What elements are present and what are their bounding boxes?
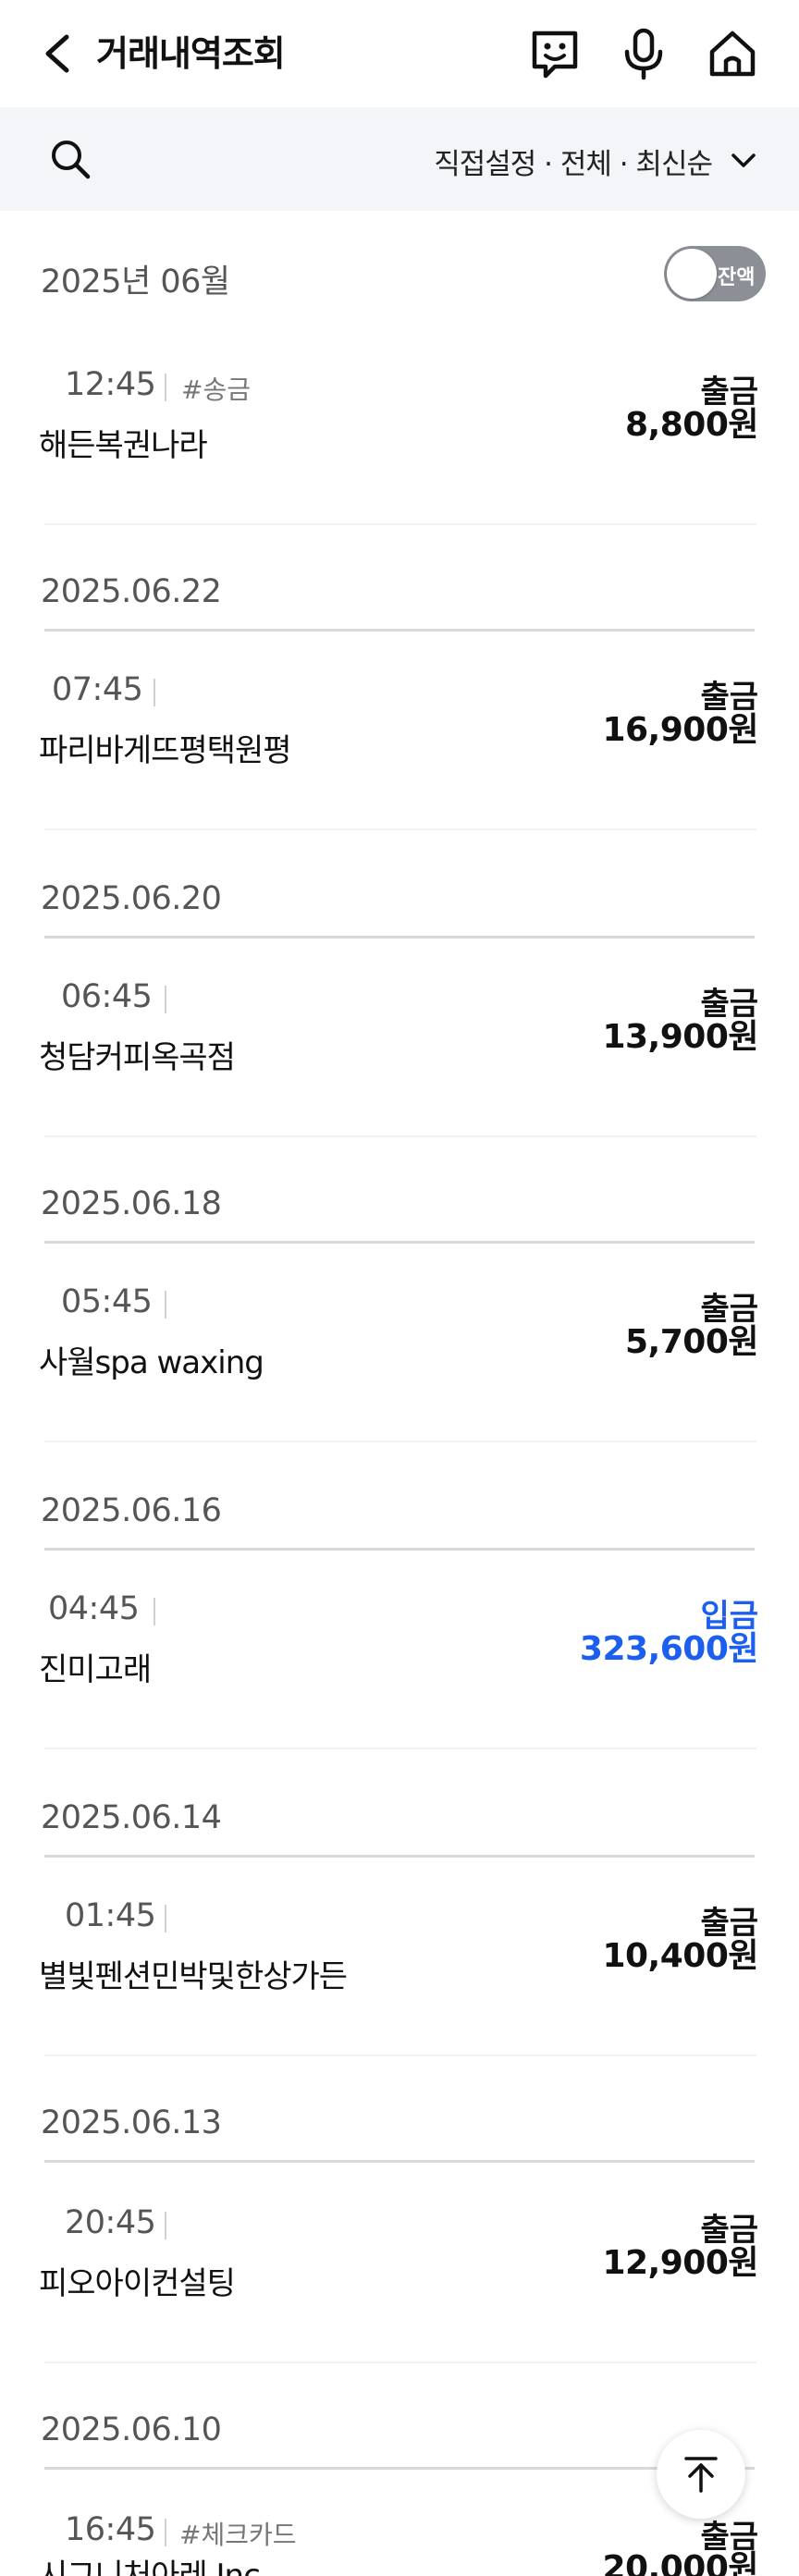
date-header: 2025.06.14 xyxy=(41,1799,222,1836)
search-icon xyxy=(52,141,91,179)
time-separator xyxy=(165,986,166,1013)
transaction-amount: 12,900원 xyxy=(602,2244,758,2282)
item-divider xyxy=(44,2361,756,2363)
transaction-time: 07:45 xyxy=(52,671,143,708)
merchant-name: 피오아이컨설팅 xyxy=(39,2265,236,2302)
time-separator xyxy=(154,679,155,706)
date-header: 2025.06.16 xyxy=(41,1492,222,1529)
item-divider xyxy=(44,1135,756,1137)
merchant-name: 해든복권나라 xyxy=(39,427,208,464)
transaction-item[interactable]: 06:45 청담커피옥곡점 출금 13,900원 xyxy=(0,978,799,1137)
transaction-item[interactable]: 01:45 별빛펜션민박및한상가든 출금 10,400원 xyxy=(0,1897,799,2056)
merchant-name: 진미고래 xyxy=(39,1651,152,1688)
date-header: 2025.06.20 xyxy=(41,880,222,917)
balance-toggle-label: 잔액 xyxy=(718,266,756,289)
transaction-time: 01:45 xyxy=(65,1897,156,1934)
transaction-item[interactable]: 04:45 진미고래 입금 323,600원 xyxy=(0,1590,799,1749)
transaction-item[interactable]: 05:45 사월spa waxing 출금 5,700원 xyxy=(0,1283,799,1442)
merchant-name: 사월spa waxing xyxy=(39,1344,264,1381)
time-separator xyxy=(165,1291,166,1319)
time-separator xyxy=(165,2212,166,2239)
transaction-item[interactable]: 20:45 피오아이컨설팅 출금 12,900원 xyxy=(0,2204,799,2363)
search-button[interactable] xyxy=(48,137,92,181)
transaction-amount: 5,700원 xyxy=(625,1323,759,1361)
time-separator xyxy=(165,374,166,401)
date-divider xyxy=(44,1241,755,1244)
page-title: 거래내역조회 xyxy=(96,33,286,74)
transaction-amount: 323,600원 xyxy=(579,1630,759,1668)
toggle-knob xyxy=(667,249,717,299)
back-button[interactable] xyxy=(33,26,81,81)
transaction-time: 06:45 xyxy=(61,978,153,1015)
transaction-item[interactable]: 07:45 파리바게뜨평택원평 출금 16,900원 xyxy=(0,671,799,830)
transaction-amount: 20,000원 xyxy=(602,2549,758,2576)
date-divider xyxy=(44,1855,755,1858)
date-header: 2025.06.10 xyxy=(41,2411,222,2448)
transaction-item[interactable]: 12:45 #송금 해든복권나라 출금 8,800원 xyxy=(0,366,799,525)
merchant-name: 청담커피옥곡점 xyxy=(39,1039,236,1076)
transaction-time: 20:45 xyxy=(65,2204,156,2241)
voice-search-button[interactable] xyxy=(616,26,671,81)
filter-dropdown[interactable]: 직접설정 · 전체 · 최신순 xyxy=(434,139,758,183)
date-divider xyxy=(44,2160,755,2163)
arrow-up-icon xyxy=(684,2457,718,2493)
transaction-amount: 8,800원 xyxy=(625,406,759,444)
scroll-to-top-button[interactable] xyxy=(657,2430,745,2519)
time-separator xyxy=(154,1598,155,1625)
chat-icon xyxy=(532,31,578,79)
home-button[interactable] xyxy=(705,26,760,81)
merchant-name: 별빛펜션민박및한상가든 xyxy=(39,1958,348,1995)
date-header: 2025.06.18 xyxy=(41,1185,222,1222)
transaction-item[interactable]: 16:45 #체크카드 시그니처아레 Inc 출금 20,000원 xyxy=(0,2511,799,2576)
transaction-time: 16:45 xyxy=(65,2511,156,2548)
merchant-name: 파리바게뜨평택원평 xyxy=(39,732,292,769)
home-icon xyxy=(709,31,756,77)
balance-toggle[interactable]: 잔액 xyxy=(664,246,766,301)
time-separator xyxy=(165,2519,166,2546)
transaction-amount: 13,900원 xyxy=(602,1018,758,1056)
transaction-amount: 16,900원 xyxy=(602,711,758,749)
app-header: 거래내역조회 xyxy=(0,0,799,107)
item-divider xyxy=(44,2055,756,2056)
transaction-time: 04:45 xyxy=(48,1590,140,1627)
transaction-tag: #송금 xyxy=(181,374,251,405)
transaction-time: 05:45 xyxy=(61,1283,153,1320)
transaction-tag: #체크카드 xyxy=(179,2520,297,2550)
time-separator xyxy=(165,1905,166,1932)
back-icon xyxy=(45,34,69,73)
date-header: 2025.06.13 xyxy=(41,2104,222,2141)
date-divider xyxy=(44,1548,755,1551)
date-divider xyxy=(44,629,755,632)
date-divider xyxy=(44,936,755,938)
date-divider xyxy=(44,2467,755,2470)
chevron-down-icon xyxy=(731,153,756,167)
item-divider xyxy=(44,523,756,525)
filter-summary: 직접설정 · 전체 · 최신순 xyxy=(434,147,713,181)
date-header: 2025.06.22 xyxy=(41,573,222,610)
mic-icon xyxy=(624,28,663,80)
month-header: 2025년 06월 xyxy=(41,264,230,301)
item-divider xyxy=(44,1441,756,1442)
chat-button[interactable] xyxy=(527,26,583,81)
transaction-amount: 10,400원 xyxy=(602,1937,758,1975)
transaction-time: 12:45 xyxy=(65,366,156,403)
item-divider xyxy=(44,828,756,830)
merchant-name: 시그니처아레 Inc xyxy=(39,2558,261,2576)
item-divider xyxy=(44,1748,756,1749)
